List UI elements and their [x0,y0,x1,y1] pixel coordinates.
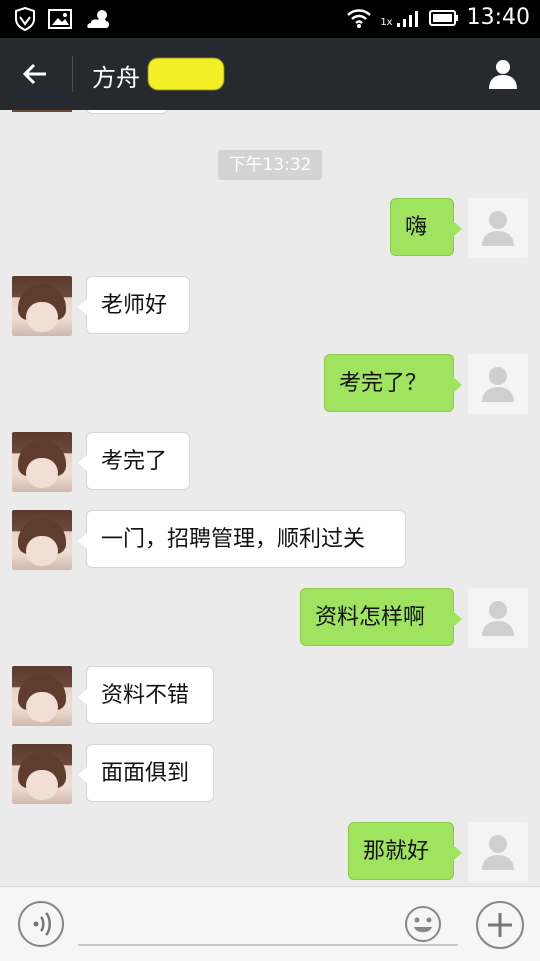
status-right: 1x 13:40 [346,5,530,30]
voice-icon [33,912,51,936]
message-bubble-received[interactable]: 老师好 [78,276,190,334]
user-placeholder-icon [482,367,514,402]
wifi-icon [347,8,372,28]
avatar-partial [12,110,72,112]
message-bubble-received[interactable]: 面面俱到 [78,744,214,802]
message-bubble-received[interactable]: 资料不错 [78,666,214,724]
plus-icon [488,913,512,937]
message-input[interactable] [78,944,458,946]
user-placeholder-icon [482,211,514,246]
status-left-icons [14,7,112,31]
back-arrow-icon[interactable] [18,56,54,92]
timestamp: 下午13:32 [218,150,322,180]
plus-button[interactable] [476,901,524,949]
voice-button[interactable] [18,901,64,947]
message-bubble-received[interactable]: 考完了 [78,432,190,490]
message-bubble-sent[interactable]: 资料怎样啊 [300,588,462,646]
chat-area[interactable]: 下午13:32 嗨 老师好 考完了？ 考完了 一门，招聘管理，顺利过关 资料怎样… [0,110,540,886]
image-icon [48,9,72,29]
title-bar: 方舟 [0,38,540,110]
avatar-contact[interactable] [12,276,72,336]
message-bubble-sent[interactable]: 嗨 [390,198,462,256]
status-time: 13:40 [466,5,530,30]
shield-icon [15,7,35,31]
avatar-contact[interactable] [12,666,72,726]
contact-name: 方舟 [92,64,140,92]
avatar-self[interactable] [468,822,528,882]
cloud-sun-icon [87,10,109,28]
emoji-icon[interactable] [404,905,442,943]
message-bubble-sent[interactable]: 考完了？ [324,354,462,412]
avatar-contact[interactable] [12,510,72,570]
status-bar: 1x 13:40 [0,0,540,38]
message-bubble-received[interactable]: 一门，招聘管理，顺利过关 [78,510,406,568]
title-divider [72,56,73,92]
avatar-self[interactable] [468,198,528,258]
message-bubble-partial [86,110,168,114]
input-bar [0,886,540,961]
user-placeholder-icon [482,601,514,636]
avatar-contact[interactable] [12,432,72,492]
message-bubble-sent[interactable]: 那就好 [348,822,462,880]
avatar-contact[interactable] [12,744,72,804]
network-type: 1x [380,17,393,28]
battery-icon [428,9,458,26]
user-placeholder-icon [482,835,514,870]
avatar-self[interactable] [468,588,528,648]
profile-icon[interactable] [486,56,520,90]
signal-icon [396,10,418,27]
avatar-self[interactable] [468,354,528,414]
redaction-mark [148,58,224,90]
